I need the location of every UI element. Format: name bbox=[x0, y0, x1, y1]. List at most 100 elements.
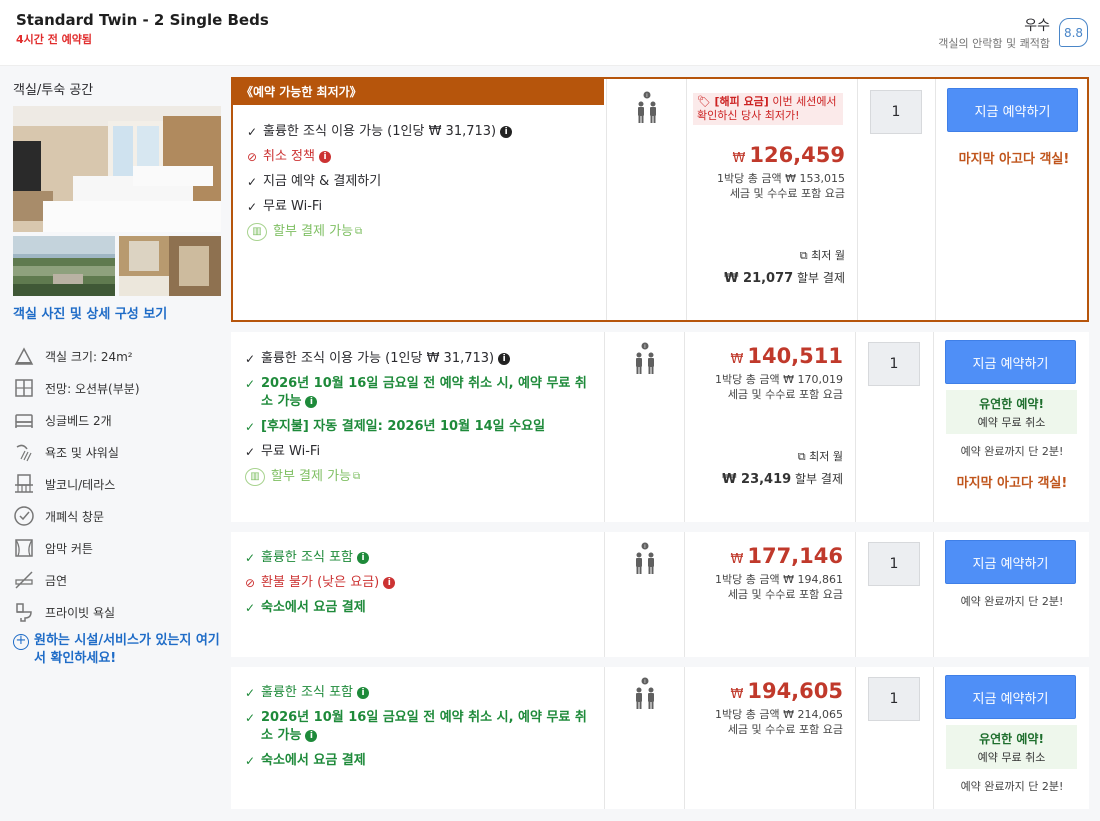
price-value-line: ₩177,146 bbox=[693, 544, 843, 568]
external-link-icon: ⧉ bbox=[799, 249, 808, 262]
facility-check-link[interactable]: + 원하는 시설/서비스가 있는지 여기서 확인하세요! bbox=[13, 632, 223, 668]
balcony-icon bbox=[15, 474, 33, 493]
price-value: 140,511 bbox=[747, 344, 843, 368]
check-icon: ✓ bbox=[247, 175, 258, 189]
check-icon: ✓ bbox=[245, 377, 256, 391]
info-icon[interactable]: i bbox=[357, 552, 369, 564]
check-icon: ✓ bbox=[247, 125, 258, 139]
room-photo-view[interactable] bbox=[13, 236, 115, 296]
svg-text:i: i bbox=[644, 344, 645, 350]
info-icon[interactable]: i bbox=[357, 687, 369, 699]
offer-feature-item: ✓ 무료 Wi-Fi bbox=[247, 198, 597, 216]
external-link-icon: ⧉ bbox=[353, 471, 361, 482]
offer-feature-item: ⊘ 취소 정책 i bbox=[247, 148, 597, 166]
check-icon: ✓ bbox=[245, 551, 256, 565]
info-icon[interactable]: i bbox=[383, 577, 396, 589]
flexible-booking-box: 유연한 예약! 예약 무료 취소 bbox=[946, 725, 1077, 769]
offer-feature-text: 환불 불가 (낮은 요금) bbox=[261, 575, 380, 590]
book-now-button[interactable]: 지금 예약하기 bbox=[947, 88, 1078, 132]
offer-feature-item: ✓ 훌륭한 조식 이용 가능 (1인당 ₩ 31,713) i bbox=[245, 350, 595, 368]
rating-score[interactable]: 8.8 bbox=[1059, 18, 1088, 47]
last-room-notice: 마지막 아고다 객실! bbox=[956, 476, 1068, 491]
offer-feature-item: ✓ 훌륭한 조식 포함 i bbox=[245, 684, 595, 702]
installment-box: ⧉ 최저 월 ₩ 23,419 할부 결제 bbox=[693, 448, 843, 487]
room-quantity-select[interactable]: 1 bbox=[870, 90, 922, 134]
feature-label: 프라이빗 욕실 bbox=[45, 605, 116, 620]
info-icon[interactable]: i bbox=[305, 730, 318, 742]
offer-quantity: 1 bbox=[855, 667, 933, 809]
offer-feature-item[interactable]: ▥ 할부 결제 가능 ⧉ bbox=[245, 468, 595, 486]
installment-amount-line: ₩ 23,419 할부 결제 bbox=[693, 470, 843, 487]
room-size-icon bbox=[14, 347, 34, 365]
flexible-booking-sub: 예약 무료 취소 bbox=[977, 751, 1046, 764]
tag-icon: 🏷 bbox=[697, 95, 711, 108]
room-photo-main[interactable] bbox=[13, 106, 221, 232]
feature-no-smoking: 금연 bbox=[13, 568, 223, 592]
room-quantity-select[interactable]: 1 bbox=[868, 542, 920, 586]
offer-feature-list: ✓ 훌륭한 조식 이용 가능 (1인당 ₩ 31,713) i ⊘ 취소 정책 i ✓ 지… bbox=[247, 123, 597, 248]
offer-feature-text: 무료 Wi-Fi bbox=[261, 444, 321, 459]
room-quantity-select[interactable]: 1 bbox=[868, 677, 920, 721]
feature-window: 개폐식 창문 bbox=[13, 504, 223, 528]
offer-occupancy: i bbox=[606, 79, 686, 320]
room-photo-bathroom[interactable] bbox=[119, 236, 221, 296]
installment-icon: ▥ bbox=[245, 468, 265, 486]
no-smoking-icon bbox=[15, 571, 33, 589]
shower-icon bbox=[16, 444, 32, 462]
offer-feature-text: 훌륭한 조식 포함 bbox=[261, 685, 353, 700]
price-value: 177,146 bbox=[747, 544, 843, 568]
facility-check-text: 원하는 시설/서비스가 있는지 여기서 확인하세요! bbox=[34, 633, 220, 666]
tax-note: 세금 및 수수료 포함 요금 bbox=[727, 723, 843, 736]
info-icon[interactable]: i bbox=[498, 353, 511, 365]
offer-feature-list: ✓ 훌륭한 조식 포함 i ⊘ 환불 불가 (낮은 요금) i ✓ 숙소에서 요금 결제 bbox=[245, 549, 595, 624]
room-info-panel: 객실/투숙 공간 객실 사진 및 상세 구성 보기 객실 크기: 24m² 전망… bbox=[0, 66, 230, 821]
check-icon: ✓ bbox=[245, 711, 256, 725]
room-quantity-select[interactable]: 1 bbox=[868, 342, 920, 386]
external-link-icon: ⧉ bbox=[355, 226, 363, 237]
check-icon: ✓ bbox=[247, 200, 258, 214]
info-icon[interactable]: i bbox=[305, 396, 318, 408]
offer-feature-item: ✓ 2026년 10월 16일 금요일 전 예약 취소 시, 예약 무료 취소 가… bbox=[245, 375, 595, 411]
book-now-button[interactable]: 지금 예약하기 bbox=[945, 540, 1076, 584]
offer-feature-text: 무료 Wi-Fi bbox=[263, 199, 323, 214]
installment-suffix: 할부 결제 bbox=[795, 472, 843, 486]
price-value-line: ₩126,459 bbox=[695, 143, 845, 167]
offer-features: ✓ 훌륭한 조식 포함 i ✓ 2026년 10월 16일 금요일 전 예약 취소 시… bbox=[231, 667, 604, 809]
offer-row-3: ✓ 훌륭한 조식 포함 i ⊘ 환불 불가 (낮은 요금) i ✓ 숙소에서 요금 결제 … bbox=[231, 532, 1089, 657]
occupancy-two-adults-icon[interactable]: i bbox=[630, 677, 660, 713]
price-box: ₩177,146 1박당 총 금액 ₩ 194,861 세금 및 수수료 포함 … bbox=[693, 544, 843, 602]
book-now-button[interactable]: 지금 예약하기 bbox=[945, 675, 1076, 719]
feature-shower: 욕조 및 샤워실 bbox=[13, 440, 223, 464]
book-now-button[interactable]: 지금 예약하기 bbox=[945, 340, 1076, 384]
offer-quantity: 1 bbox=[855, 532, 933, 657]
occupancy-two-adults-icon[interactable]: i bbox=[632, 91, 662, 127]
check-icon: ✓ bbox=[245, 686, 256, 700]
offer-feature-text: 할부 결제 가능 bbox=[271, 469, 352, 484]
rating-word: 우수 bbox=[1024, 18, 1050, 34]
occupancy-two-adults-icon[interactable]: i bbox=[630, 342, 660, 378]
installment-min-line: ⧉ 최저 월 bbox=[693, 448, 843, 464]
offer-feature-text: 숙소에서 요금 결제 bbox=[261, 600, 366, 615]
check-icon: ✓ bbox=[245, 754, 256, 768]
installment-min: 최저 월 bbox=[811, 249, 845, 262]
info-icon[interactable]: i bbox=[318, 151, 331, 163]
feature-label: 개폐식 창문 bbox=[45, 509, 105, 524]
offer-feature-text: 훌륭한 조식 이용 가능 (1인당 ₩ 31,713) bbox=[261, 351, 495, 366]
occupancy-two-adults-icon[interactable]: i bbox=[630, 542, 660, 578]
flexible-booking-sub: 예약 무료 취소 bbox=[977, 416, 1046, 429]
offer-feature-text: 훌륭한 조식 포함 bbox=[261, 550, 353, 565]
info-icon[interactable]: i bbox=[500, 126, 513, 138]
room-photos-link[interactable]: 객실 사진 및 상세 구성 보기 bbox=[13, 303, 167, 322]
booked-recently-badge: 4시간 전 예약됨 bbox=[16, 33, 93, 46]
feature-label: 전망: 오션뷰(부분) bbox=[45, 381, 140, 396]
feature-label: 암막 커튼 bbox=[45, 541, 93, 556]
offer-feature-item[interactable]: ▥ 할부 결제 가능 ⧉ bbox=[247, 223, 597, 241]
tax-note: 세금 및 수수료 포함 요금 bbox=[727, 388, 843, 401]
check-icon: ✓ bbox=[245, 445, 256, 459]
feature-private-bathroom: 프라이빗 욕실 bbox=[13, 600, 223, 624]
offer-feature-text: 할부 결제 가능 bbox=[273, 224, 354, 239]
feature-beds: 싱글베드 2개 bbox=[13, 408, 223, 432]
svg-text:i: i bbox=[646, 93, 647, 99]
offer-feature-item: ✓ 지금 예약 & 결제하기 bbox=[247, 173, 597, 191]
feature-view: 전망: 오션뷰(부분) bbox=[13, 376, 223, 400]
